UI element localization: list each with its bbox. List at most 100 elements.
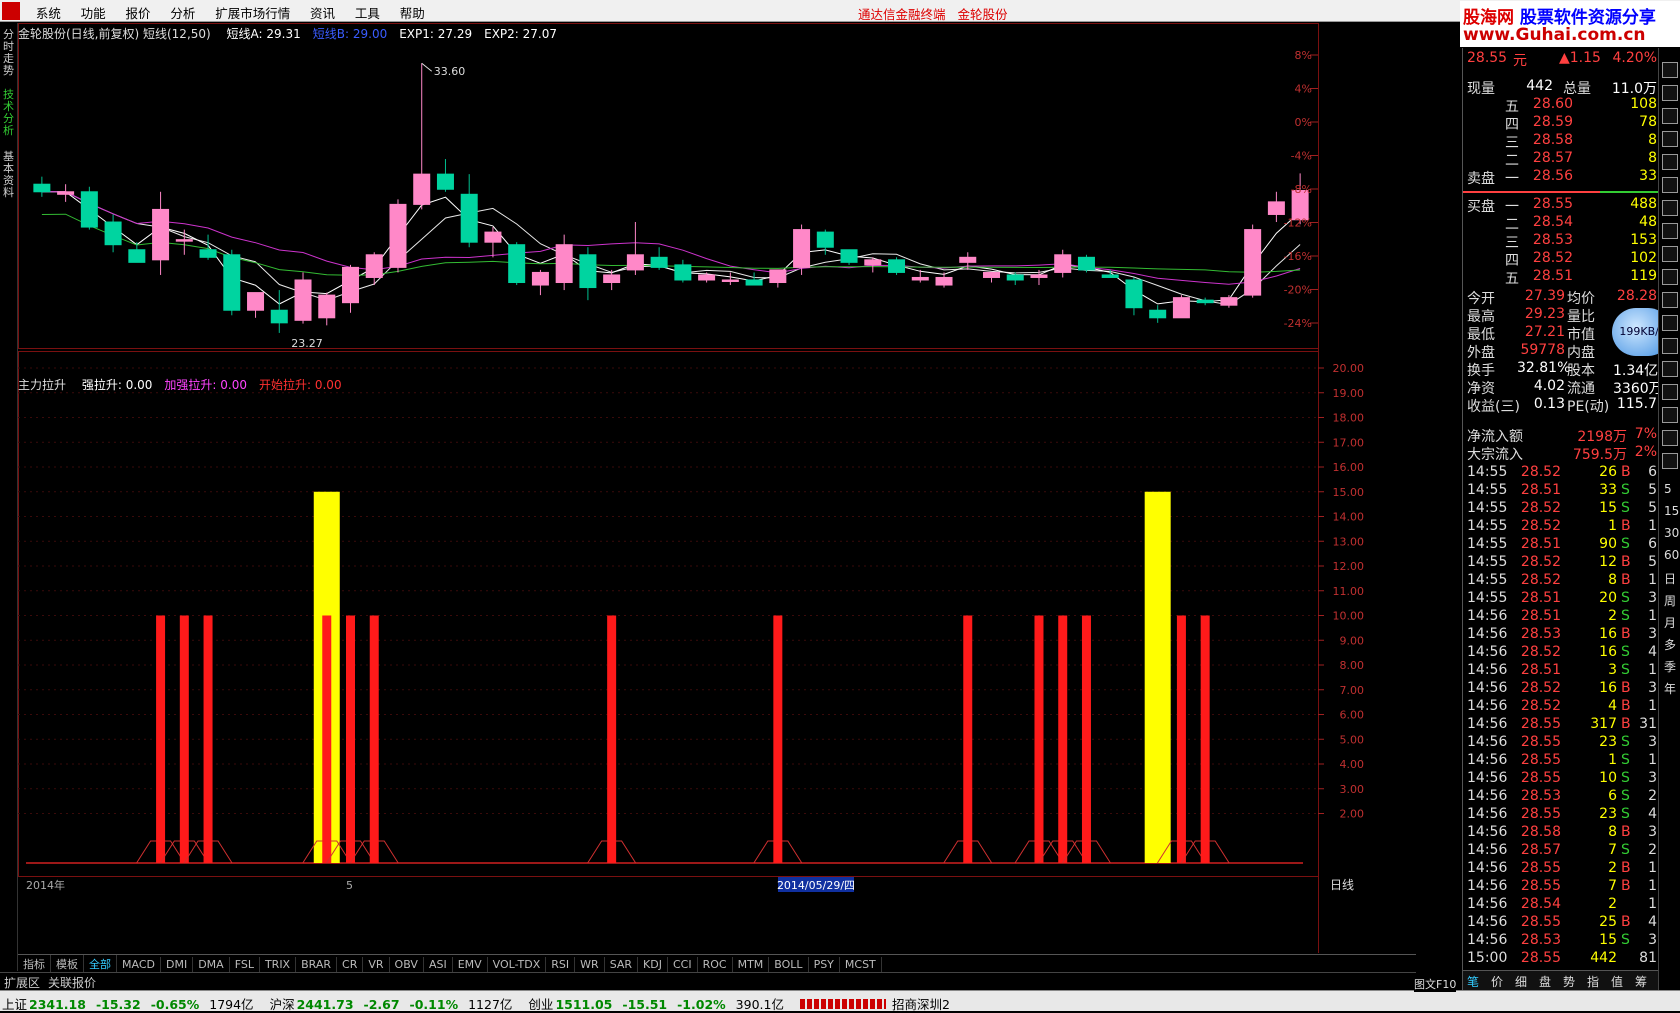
quote-cell: 7 bbox=[1608, 842, 1617, 858]
bar-start-rise bbox=[963, 615, 973, 863]
toolbar-icon[interactable] bbox=[1662, 292, 1678, 308]
tab-intraday[interactable]: 分时走势 bbox=[3, 29, 16, 77]
index-quote[interactable]: 上证 2341.18 -15.32 -0.65% 1794亿 bbox=[2, 991, 254, 1013]
link-extended-area[interactable]: 扩展区 bbox=[4, 974, 40, 991]
axis-year-label: 2014年 bbox=[26, 878, 65, 892]
indicator-tab[interactable]: 全部 bbox=[84, 955, 117, 972]
tab-technical[interactable]: 技术分析 bbox=[3, 89, 16, 137]
period-shortcut[interactable]: 月 bbox=[1664, 614, 1676, 631]
quote-cell: S bbox=[1621, 590, 1630, 606]
toolbar-icon[interactable] bbox=[1662, 131, 1678, 147]
menu-tools[interactable]: 工具 bbox=[347, 0, 388, 22]
quote-cell: S bbox=[1621, 752, 1630, 768]
quote-cell: 14:55 bbox=[1467, 500, 1508, 516]
period-shortcut[interactable]: 30 bbox=[1664, 526, 1679, 540]
quote-cell: B bbox=[1621, 554, 1631, 570]
f10-button[interactable]: 图文F10 bbox=[1414, 973, 1457, 992]
toolbar-icon[interactable] bbox=[1662, 453, 1678, 469]
quote-tab[interactable]: 值 bbox=[1611, 973, 1623, 990]
menu-system[interactable]: 系统 bbox=[28, 0, 69, 22]
quote-cell: 3 bbox=[1648, 680, 1657, 696]
window-title: 通达信金融终端 金轮股份 bbox=[858, 7, 1008, 22]
menu-help[interactable]: 帮助 bbox=[392, 0, 433, 22]
index-value: 2341.18 bbox=[29, 997, 86, 1012]
toolbar-icon[interactable] bbox=[1662, 338, 1678, 354]
toolbar-icon[interactable] bbox=[1662, 62, 1678, 78]
quote-cell: 8 bbox=[1608, 572, 1617, 588]
quote-tab[interactable]: 盘 bbox=[1539, 973, 1551, 990]
period-shortcut[interactable]: 日 bbox=[1664, 570, 1676, 587]
quote-cell: S bbox=[1621, 770, 1630, 786]
tick-row: 14:55 28.52 1 B 1 bbox=[1463, 518, 1659, 537]
index-quote[interactable]: 沪深 2441.73 -2.67 -0.11% 1127亿 bbox=[270, 991, 513, 1013]
quote-cell: 3 bbox=[1608, 662, 1617, 678]
main-legend-title: 金轮股份(日线,前复权) 短线(12,50) bbox=[18, 27, 211, 41]
toolbar-icon[interactable] bbox=[1662, 85, 1678, 101]
menu-analysis[interactable]: 分析 bbox=[162, 0, 203, 22]
indicator-tab[interactable]: 指标 bbox=[18, 955, 51, 972]
menu-info[interactable]: 资讯 bbox=[302, 0, 343, 22]
bar-strong-rise bbox=[1144, 491, 1171, 863]
sub-axis-label: 17.00 bbox=[1333, 436, 1365, 449]
menu-function[interactable]: 功能 bbox=[73, 0, 114, 22]
toolbar-icon[interactable] bbox=[1662, 200, 1678, 216]
quote-cell: 二 bbox=[1505, 217, 1519, 233]
quote-cell: 3 bbox=[1648, 770, 1657, 786]
quote-cell: 90 bbox=[1599, 536, 1617, 552]
toolbar-icon[interactable] bbox=[1662, 154, 1678, 170]
tab-fundamentals[interactable]: 基本资料 bbox=[3, 151, 16, 199]
toolbar-icon[interactable] bbox=[1662, 407, 1678, 423]
period-shortcut[interactable]: 周 bbox=[1664, 592, 1676, 609]
quote-cell: S bbox=[1621, 662, 1630, 678]
price-axis-label: -20% bbox=[1284, 284, 1312, 297]
quote-cell: 换手 bbox=[1467, 363, 1495, 379]
link-related-quote[interactable]: 关联报价 bbox=[48, 974, 96, 991]
menu-quote[interactable]: 报价 bbox=[118, 0, 159, 22]
quote-tab[interactable]: 价 bbox=[1491, 973, 1503, 990]
quote-tab[interactable]: 细 bbox=[1515, 973, 1527, 990]
period-label[interactable]: 日线 bbox=[1330, 878, 1354, 892]
index-change: -15.51 bbox=[622, 997, 668, 1012]
period-shortcut[interactable]: 多 bbox=[1664, 636, 1676, 653]
period-shortcut[interactable]: 60 bbox=[1664, 548, 1679, 562]
toolbar-icon[interactable] bbox=[1662, 430, 1678, 446]
broker-label[interactable]: 招商深圳2 bbox=[892, 991, 950, 1013]
candle bbox=[460, 174, 478, 248]
toolbar-icon[interactable] bbox=[1662, 246, 1678, 262]
period-shortcut[interactable]: 年 bbox=[1664, 680, 1676, 697]
quote-cell: 14:56 bbox=[1467, 644, 1508, 660]
quote-cell: 28.55 bbox=[1532, 196, 1573, 212]
menu-extended-market[interactable]: 扩展市场行情 bbox=[207, 0, 298, 22]
quote-cell: 14:56 bbox=[1467, 716, 1508, 732]
period-shortcut[interactable]: 15 bbox=[1664, 504, 1679, 518]
period-shortcut[interactable]: 季 bbox=[1664, 658, 1676, 675]
indicator-tab[interactable]: 模板 bbox=[51, 955, 84, 972]
quote-cell: 14:56 bbox=[1467, 878, 1508, 894]
period-shortcut[interactable]: 5 bbox=[1664, 482, 1672, 496]
index-quote[interactable]: 创业 1511.05 -15.51 -1.02% 390.1亿 bbox=[528, 991, 784, 1013]
toolbar-icon[interactable] bbox=[1662, 108, 1678, 124]
sub-axis-label: 6.00 bbox=[1340, 709, 1365, 722]
tick-row: 14:56 28.51 2 S 1 bbox=[1463, 608, 1659, 627]
chart-area[interactable]: 8% 4% 0% -4% -8% -12% -16% -20% -24% 20.00 19.00 18… bbox=[18, 23, 1416, 973]
toolbar-icon[interactable] bbox=[1662, 269, 1678, 285]
quote-cell: 一 bbox=[1505, 199, 1519, 215]
price-axis-label: 0% bbox=[1295, 116, 1312, 129]
quote-tab[interactable]: 筹 bbox=[1635, 973, 1647, 990]
sub-axis-label: 12.00 bbox=[1333, 560, 1365, 573]
quote-tab[interactable]: 势 bbox=[1563, 973, 1575, 990]
toolbar-icon[interactable] bbox=[1662, 315, 1678, 331]
quote-cell: 5 bbox=[1648, 500, 1657, 516]
toolbar-icon[interactable] bbox=[1662, 384, 1678, 400]
quote-tab[interactable]: 指 bbox=[1587, 973, 1599, 990]
toolbar-icon[interactable] bbox=[1662, 223, 1678, 239]
toolbar-icon[interactable] bbox=[1662, 177, 1678, 193]
tick-row: 14:56 28.53 6 S 2 bbox=[1463, 788, 1659, 807]
quote-tab[interactable]: 笔 bbox=[1467, 973, 1479, 990]
quote-cell: 28.53 bbox=[1520, 932, 1561, 948]
index-amount: 1127亿 bbox=[468, 997, 513, 1012]
quote-cell: 14:56 bbox=[1467, 698, 1508, 714]
quote-cell: 14:56 bbox=[1467, 932, 1508, 948]
candle bbox=[1149, 305, 1167, 323]
toolbar-icon[interactable] bbox=[1662, 361, 1678, 377]
